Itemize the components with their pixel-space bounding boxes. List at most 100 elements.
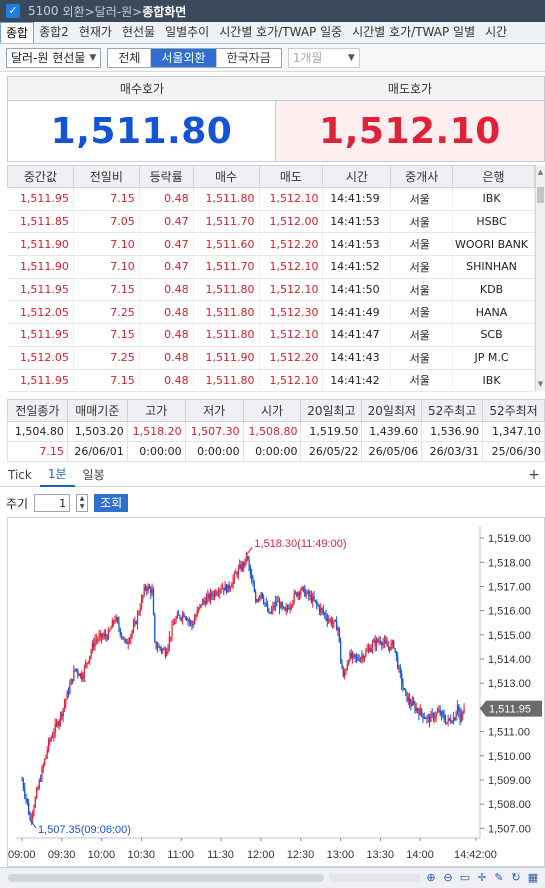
reset-icon[interactable]: ↻ — [509, 870, 523, 885]
x-tick-label: 12:30 — [287, 849, 315, 861]
add-icon[interactable]: + — [527, 468, 541, 482]
candle-body — [139, 608, 141, 613]
table-row[interactable]: 1,511.95 7.15 0.48 1,511.80 1,512.10 14:41:59… — [7, 187, 535, 211]
candle-body — [63, 703, 66, 709]
price-chart[interactable]: 1,519.00 1,518.00 1,517.00 1,516.00 1,515.00… — [7, 517, 545, 867]
tab-tick[interactable]: Tick — [0, 465, 40, 486]
scroll-thumb[interactable] — [537, 187, 544, 203]
candle-body — [158, 646, 160, 648]
candle-body — [143, 587, 145, 596]
table-row[interactable]: 1,511.90 7.10 0.47 1,511.60 1,512.20 14:41:53… — [7, 232, 535, 257]
query-button[interactable]: 조회 — [94, 494, 129, 512]
tab-daily-twap[interactable]: 시간별 호가/TWAP 일별 — [347, 22, 480, 43]
candle-body — [121, 634, 123, 637]
tick-cell: 14:41:50 — [322, 278, 392, 302]
candle-body — [147, 586, 149, 591]
candle-body — [148, 586, 151, 589]
candle-body — [454, 717, 456, 721]
chart-scroll-bar[interactable]: ⊕ ⊖ ▭ ✛ ✎ ↻ ▦ ⚙ — [0, 867, 545, 888]
window-checkbox[interactable]: ✓ — [6, 4, 20, 18]
candle-body — [182, 613, 184, 619]
candle-body — [83, 666, 86, 677]
tick-cell: 서울 — [390, 369, 454, 393]
candle-body — [22, 780, 25, 789]
stepper-up-icon[interactable]: ▲ — [77, 495, 87, 503]
high-marker — [245, 546, 253, 556]
zoom-track[interactable] — [330, 874, 420, 882]
tick-cell: 1,511.60 — [193, 232, 260, 257]
tick-scrollbar[interactable]: ▲ ▼ — [535, 165, 545, 391]
crosshair-icon[interactable]: ✛ — [475, 870, 489, 885]
instrument-select[interactable]: 달러-원 현선물 ▼ — [6, 47, 102, 68]
candle-body — [175, 618, 177, 622]
table-row[interactable]: 1,511.95 7.15 0.48 1,511.80 1,512.10 14:41:50… — [7, 278, 535, 302]
segment-all[interactable]: 전체 — [108, 48, 152, 67]
tick-header[interactable]: 중간값 — [7, 165, 74, 188]
table-row[interactable]: 1,512.05 7.25 0.48 1,511.80 1,512.30 14:41:49… — [7, 300, 535, 325]
chart-tabs: Tick 1분 일봉 + — [0, 465, 545, 487]
table-row[interactable]: 1,511.90 7.10 0.47 1,511.70 1,512.10 14:41:52… — [7, 255, 535, 279]
candle-body — [255, 591, 257, 602]
tab-daily-trend[interactable]: 일별추이 — [160, 22, 214, 43]
zoom-out-icon[interactable]: ⊖ — [441, 870, 455, 885]
summary-cell: 1,503.20 — [66, 421, 128, 442]
period-input[interactable]: 1 — [34, 494, 71, 512]
y-tick-label: 1,515.00 — [488, 630, 531, 642]
chart-scroll-track[interactable] — [8, 874, 324, 882]
candle-body — [309, 595, 311, 597]
tab-spot-futures[interactable]: 현선물 — [117, 22, 160, 43]
tab-overview[interactable]: 종합 — [0, 22, 35, 43]
period-select[interactable]: 1개월 ▼ — [287, 47, 360, 68]
summary-header: 시가 — [242, 399, 302, 422]
summary-cell: 1,439.60 — [361, 421, 423, 442]
tick-header[interactable]: 시간 — [322, 165, 392, 188]
table-row[interactable]: 1,511.95 7.15 0.48 1,511.80 1,512.10 14:41:47… — [7, 323, 535, 347]
tab-intraday-twap[interactable]: 시간별 호가/TWAP 일중 — [214, 22, 347, 43]
layout-icon[interactable]: ▦ — [526, 870, 540, 885]
candle-body — [32, 812, 34, 819]
tick-cell: 7.15 — [73, 278, 140, 302]
candle-body — [200, 604, 202, 606]
candle-body — [103, 634, 106, 637]
candle-body — [337, 627, 339, 631]
table-row[interactable]: 1,512.05 7.25 0.48 1,511.90 1,512.20 14:41:43… — [7, 346, 535, 370]
zoom-in-icon[interactable]: ⊕ — [424, 870, 438, 885]
tick-header[interactable]: 은행 — [452, 165, 535, 188]
tick-header[interactable]: 전일비 — [72, 165, 140, 188]
candle-body — [407, 697, 409, 702]
tab-daily[interactable]: 일봉 — [75, 465, 113, 486]
candle-body — [267, 604, 269, 612]
candle-body — [95, 639, 98, 641]
tick-cell: 1,512.10 — [259, 323, 324, 347]
tick-header[interactable]: 매수 — [192, 165, 260, 188]
table-row[interactable]: 1,511.95 7.15 0.48 1,511.80 1,512.10 14:41:42… — [7, 369, 535, 393]
candle-body — [168, 636, 171, 647]
y-tick-label: 1,508.00 — [488, 799, 531, 811]
candle-body — [50, 737, 52, 741]
tab-current-price[interactable]: 현재가 — [74, 22, 117, 43]
pen-icon[interactable]: ✎ — [492, 870, 506, 885]
segment-korea-money[interactable]: 한국자금 — [216, 48, 281, 67]
tab-1min[interactable]: 1분 — [39, 464, 75, 487]
scroll-down-icon[interactable]: ▼ — [536, 379, 545, 389]
tick-header[interactable]: 등락률 — [138, 165, 194, 188]
candle-body — [326, 618, 329, 622]
comment-icon[interactable]: ▭ — [458, 870, 472, 885]
tick-cell: 1,512.20 — [259, 232, 324, 257]
candle-body — [195, 615, 197, 620]
candle-body — [187, 619, 189, 621]
period-stepper[interactable]: ▲ ▼ — [76, 494, 89, 512]
candle-body — [136, 613, 139, 624]
segment-seoul-fx[interactable]: 서울외환 — [151, 48, 217, 67]
table-row[interactable]: 1,511.85 7.05 0.47 1,511.70 1,512.00 14:41:53… — [7, 210, 535, 234]
x-tick-label: 10:00 — [88, 849, 116, 861]
candle-body — [37, 787, 39, 790]
stepper-down-icon[interactable]: ▼ — [77, 503, 87, 511]
tick-header[interactable]: 매도 — [258, 165, 324, 188]
candle-body — [179, 615, 181, 619]
tab-time[interactable]: 시간 — [480, 22, 512, 43]
tick-header[interactable]: 중개사 — [390, 165, 454, 188]
scroll-up-icon[interactable]: ▲ — [536, 167, 545, 177]
tab-overview2[interactable]: 종합2 — [34, 22, 74, 43]
toolbar: 달러-원 현선물 ▼ 전체 서울외환 한국자금 1개월 ▼ — [0, 44, 545, 72]
